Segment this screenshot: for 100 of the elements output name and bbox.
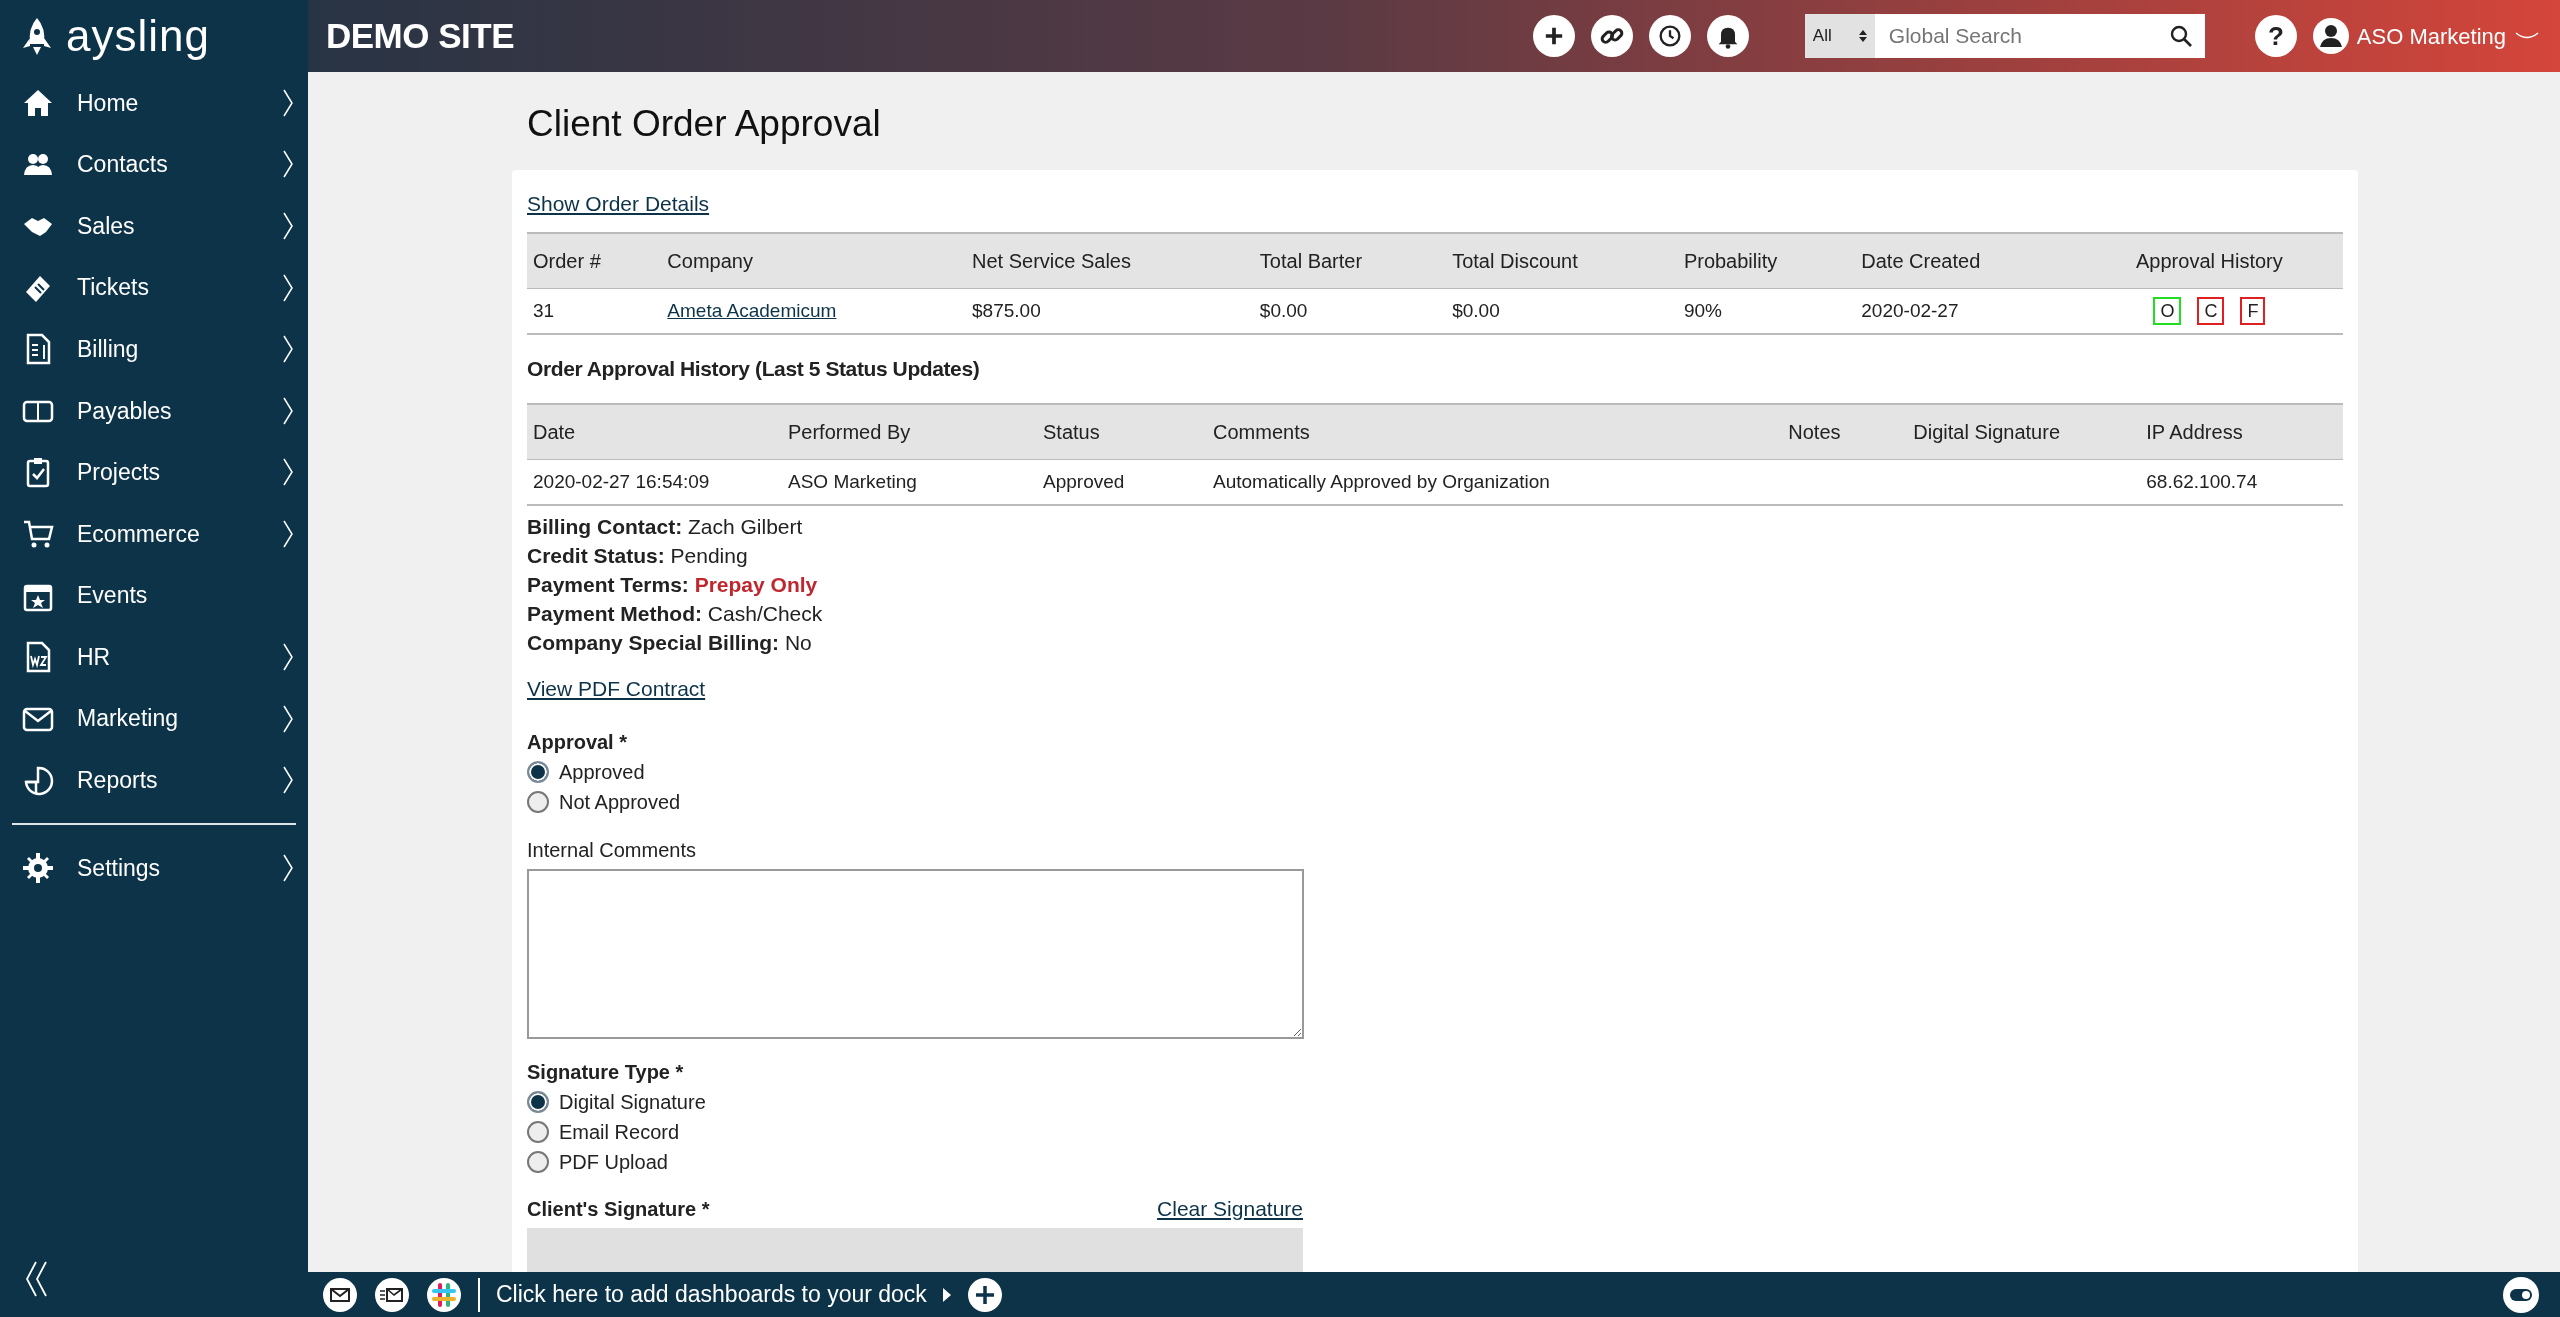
history-button[interactable] xyxy=(1648,15,1691,57)
column-header: Net Service Sales xyxy=(972,249,1131,272)
updown-caret-icon xyxy=(1858,29,1867,43)
table-cell: 90% xyxy=(1683,299,1722,321)
column-header: Date Created xyxy=(1861,249,1981,272)
sidebar-item[interactable]: Settings xyxy=(0,837,308,899)
radio-button[interactable] xyxy=(527,1090,549,1113)
radio-label[interactable]: Not Approved xyxy=(559,786,681,817)
caret-icon xyxy=(942,1287,951,1302)
logo-text: aysling xyxy=(66,10,210,62)
info-label: Payment Method: xyxy=(527,602,702,626)
table-cell: 2020-02-27 16:54:09 xyxy=(533,470,710,492)
chevron-right-icon xyxy=(282,518,294,549)
info-value: Cash/Check xyxy=(707,602,823,626)
radio-button[interactable] xyxy=(527,1120,549,1143)
scope-select[interactable]: All xyxy=(1804,14,1875,58)
help-button[interactable]: ? xyxy=(2254,15,2297,57)
contract-link[interactable]: View PDF Contract xyxy=(527,677,706,701)
page-title: Client Order Approval xyxy=(527,102,882,146)
dock-link[interactable]: Click here to add dashboards to your dock xyxy=(496,1277,927,1312)
sidebar-item[interactable]: Billing xyxy=(0,318,308,380)
field-label: Signature Type * xyxy=(527,1059,685,1085)
sidebar-item[interactable]: HR xyxy=(0,626,308,688)
table-cell: $0.00 xyxy=(1259,299,1308,321)
table-cell: $875.00 xyxy=(972,299,1041,321)
column-header: Status xyxy=(1043,420,1100,443)
radio-label[interactable]: Approved xyxy=(559,756,645,787)
info-label: Payment Terms: xyxy=(527,573,689,597)
sidebar-item[interactable]: Home xyxy=(0,72,308,134)
info-value: Zach Gilbert xyxy=(688,515,803,539)
column-header: Total Barter xyxy=(1259,249,1363,272)
column-header: Approval History xyxy=(2136,249,2283,272)
chevron-right-icon xyxy=(282,211,294,241)
mail-icon[interactable] xyxy=(322,1276,358,1313)
sidebar-item[interactable]: Projects xyxy=(0,441,308,504)
chevron-right-icon xyxy=(282,334,294,365)
toggle-icon[interactable] xyxy=(2502,1275,2540,1314)
info-value: Pending xyxy=(670,544,748,568)
chevron-right-icon xyxy=(282,395,294,426)
field-label: Internal Comments xyxy=(527,837,697,863)
radio-label[interactable]: PDF Upload xyxy=(559,1146,668,1177)
search-icon[interactable] xyxy=(2168,24,2193,48)
show-details-link[interactable]: Show Order Details xyxy=(527,192,710,216)
hash-icon[interactable] xyxy=(426,1276,462,1313)
company-link[interactable]: Ameta Academicum xyxy=(667,299,837,321)
chevron-right-icon xyxy=(282,457,294,488)
chevron-right-icon xyxy=(282,87,294,118)
column-header: Order # xyxy=(533,249,601,272)
sidebar-item[interactable]: Marketing xyxy=(0,687,308,750)
column-header: Date xyxy=(533,420,576,443)
info-value: No xyxy=(784,631,812,655)
info-label: Company Special Billing: xyxy=(527,631,780,655)
section-title: Order Approval History (Last 5 Status Updates) xyxy=(527,356,981,383)
column-header: IP Address xyxy=(2146,420,2243,443)
table-cell: Automatically Approved by Organization xyxy=(1213,470,1550,492)
table-cell: $0.00 xyxy=(1452,299,1500,321)
history-badge[interactable]: F xyxy=(2240,296,2266,325)
plus-icon[interactable] xyxy=(966,1276,1003,1313)
comments-field[interactable] xyxy=(527,868,1304,1039)
user-menu[interactable]: ASO Marketing xyxy=(2312,18,2540,54)
link-button[interactable] xyxy=(1590,15,1633,57)
sidebar-item[interactable]: Tickets xyxy=(0,256,308,319)
column-header: Digital Signature xyxy=(1913,420,2061,443)
sidebar-item[interactable]: Events xyxy=(0,564,308,627)
info-value: Prepay Only xyxy=(694,573,818,597)
clear-signature-link[interactable]: Clear Signature xyxy=(1157,1192,1303,1225)
info-label: Billing Contact: xyxy=(527,515,683,539)
column-header: Comments xyxy=(1213,420,1310,443)
column-header: Performed By xyxy=(788,420,911,443)
radio-label[interactable]: Digital Signature xyxy=(559,1086,706,1117)
bell-button[interactable] xyxy=(1706,15,1749,57)
chevron-right-icon xyxy=(282,272,294,303)
radio-label[interactable]: Email Record xyxy=(559,1116,680,1147)
chevron-right-icon xyxy=(282,765,294,796)
column-header: Total Discount xyxy=(1452,249,1578,272)
history-badge[interactable]: C xyxy=(2197,296,2225,325)
column-header: Company xyxy=(667,249,753,272)
plus-button[interactable] xyxy=(1532,15,1575,57)
sidebar-item[interactable]: Contacts xyxy=(0,133,308,196)
table-cell: ASO Marketing xyxy=(788,470,917,492)
field-label: Client's Signature * xyxy=(527,1197,710,1223)
field-label: Approval * xyxy=(527,729,629,755)
radio-button[interactable] xyxy=(527,790,549,813)
collapse-icon[interactable] xyxy=(24,1259,50,1299)
avatar-icon xyxy=(2312,18,2349,54)
history-badge[interactable]: O xyxy=(2153,296,2182,325)
sidebar-item[interactable]: Reports xyxy=(0,749,308,812)
sidebar-item[interactable]: Payables xyxy=(0,379,308,442)
site-title: DEMO SITE xyxy=(326,14,515,57)
gear-icon xyxy=(22,851,54,884)
radio-button[interactable] xyxy=(527,760,549,783)
mail-list-icon[interactable] xyxy=(374,1276,410,1313)
radio-button[interactable] xyxy=(527,1150,549,1173)
table-cell: 68.62.100.74 xyxy=(2146,470,2258,492)
chevron-right-icon xyxy=(282,642,294,673)
sidebar-item[interactable]: Sales xyxy=(0,195,308,257)
rocket-icon xyxy=(20,16,54,56)
sidebar-item[interactable]: Ecommerce xyxy=(0,503,308,565)
column-header: Probability xyxy=(1683,249,1778,272)
chevron-right-icon xyxy=(282,852,294,883)
